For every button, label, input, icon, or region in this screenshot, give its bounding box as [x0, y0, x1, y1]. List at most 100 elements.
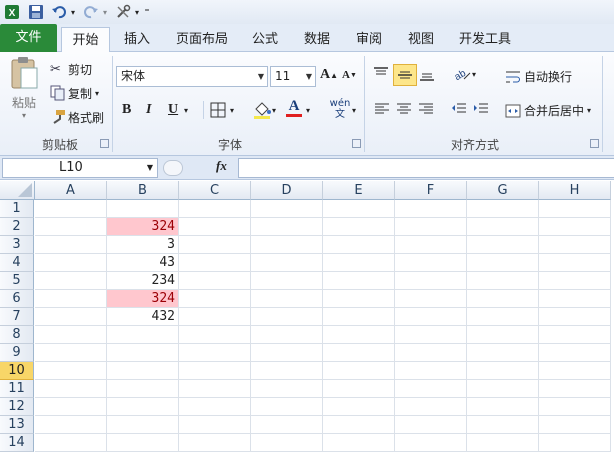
cell-f3[interactable] — [395, 236, 467, 254]
row-header-7[interactable]: 7 — [0, 308, 34, 326]
cell-h7[interactable] — [539, 308, 611, 326]
cell-b4[interactable]: 43 — [107, 254, 179, 272]
row-header-6[interactable]: 6 — [0, 290, 34, 308]
cell-g2[interactable] — [467, 218, 539, 236]
cell-a7[interactable] — [35, 308, 107, 326]
cell-g5[interactable] — [467, 272, 539, 290]
formula-input[interactable] — [238, 158, 614, 178]
tab-page-layout[interactable]: 页面布局 — [172, 27, 232, 52]
increase-indent-icon[interactable] — [473, 102, 489, 116]
cell-c3[interactable] — [179, 236, 251, 254]
decrease-indent-icon[interactable] — [451, 102, 467, 116]
cell-e7[interactable] — [323, 308, 395, 326]
row-header-14[interactable]: 14 — [0, 434, 34, 452]
cell-b9[interactable] — [107, 344, 179, 362]
borders-dropdown-icon[interactable]: ▾ — [230, 106, 234, 115]
cell-f6[interactable] — [395, 290, 467, 308]
cell-f7[interactable] — [395, 308, 467, 326]
font-launcher-icon[interactable] — [352, 139, 361, 148]
cell-h12[interactable] — [539, 398, 611, 416]
cell-h2[interactable] — [539, 218, 611, 236]
cell-g6[interactable] — [467, 290, 539, 308]
tab-developer[interactable]: 开发工具 — [455, 27, 515, 52]
cell-a3[interactable] — [35, 236, 107, 254]
cell-c12[interactable] — [179, 398, 251, 416]
tab-formulas[interactable]: 公式 — [246, 27, 284, 52]
shrink-font-icon[interactable]: A ▼ — [342, 69, 357, 81]
row-header-2[interactable]: 2 — [0, 218, 34, 236]
cell-f5[interactable] — [395, 272, 467, 290]
cell-b12[interactable] — [107, 398, 179, 416]
cell-d5[interactable] — [251, 272, 323, 290]
cell-h9[interactable] — [539, 344, 611, 362]
cut-button[interactable]: ✂ 剪切 — [50, 60, 92, 78]
cell-h10[interactable] — [539, 362, 611, 380]
underline-dropdown-icon[interactable]: ▾ — [184, 106, 188, 115]
select-all-corner[interactable] — [0, 181, 35, 200]
column-header-d[interactable]: D — [251, 181, 323, 200]
cell-b3[interactable]: 3 — [107, 236, 179, 254]
insert-function-icon[interactable]: fx — [216, 158, 227, 174]
cell-f8[interactable] — [395, 326, 467, 344]
font-color-button[interactable]: A — [286, 98, 302, 117]
column-header-h[interactable]: H — [539, 181, 611, 200]
align-left-icon[interactable] — [374, 102, 390, 116]
row-header-13[interactable]: 13 — [0, 416, 34, 434]
cell-a12[interactable] — [35, 398, 107, 416]
redo-dropdown-icon[interactable]: ▾ — [100, 3, 110, 21]
cell-b13[interactable] — [107, 416, 179, 434]
cell-c9[interactable] — [179, 344, 251, 362]
tab-home[interactable]: 开始 — [61, 27, 110, 53]
cell-g4[interactable] — [467, 254, 539, 272]
cell-b11[interactable] — [107, 380, 179, 398]
cell-g13[interactable] — [467, 416, 539, 434]
cell-d9[interactable] — [251, 344, 323, 362]
phonetic-button[interactable]: wén 文 — [328, 98, 352, 120]
merge-center-button[interactable]: 合并后居中 ▾ — [505, 102, 591, 119]
cell-a4[interactable] — [35, 254, 107, 272]
column-header-b[interactable]: B — [107, 181, 179, 200]
tab-insert[interactable]: 插入 — [116, 27, 158, 52]
cell-f9[interactable] — [395, 344, 467, 362]
row-header-5[interactable]: 5 — [0, 272, 34, 290]
cell-d8[interactable] — [251, 326, 323, 344]
cell-h1[interactable] — [539, 200, 611, 218]
cell-g1[interactable] — [467, 200, 539, 218]
alignment-launcher-icon[interactable] — [590, 139, 599, 148]
cell-d4[interactable] — [251, 254, 323, 272]
cell-a10[interactable] — [35, 362, 107, 380]
cell-g9[interactable] — [467, 344, 539, 362]
cell-a1[interactable] — [35, 200, 107, 218]
cell-h14[interactable] — [539, 434, 611, 452]
cell-b14[interactable] — [107, 434, 179, 452]
paste-dropdown-icon[interactable]: ▾ — [22, 111, 26, 120]
cell-e1[interactable] — [323, 200, 395, 218]
cell-d7[interactable] — [251, 308, 323, 326]
cell-b10[interactable] — [107, 362, 179, 380]
column-header-a[interactable]: A — [35, 181, 107, 200]
cell-e2[interactable] — [323, 218, 395, 236]
clipboard-launcher-icon[interactable] — [100, 139, 109, 148]
cell-b6[interactable]: 324 — [107, 290, 179, 308]
cell-d13[interactable] — [251, 416, 323, 434]
row-header-9[interactable]: 9 — [0, 344, 34, 362]
cell-c2[interactable] — [179, 218, 251, 236]
cell-c14[interactable] — [179, 434, 251, 452]
formula-bar-handle-icon[interactable] — [163, 160, 183, 176]
excel-logo-icon[interactable]: X — [3, 3, 21, 21]
cell-c11[interactable] — [179, 380, 251, 398]
undo-icon[interactable] — [50, 3, 68, 21]
copy-dropdown-icon[interactable]: ▾ — [95, 89, 99, 98]
column-header-e[interactable]: E — [323, 181, 395, 200]
grow-font-icon[interactable]: A ▲ — [320, 67, 338, 83]
cell-f1[interactable] — [395, 200, 467, 218]
cell-a14[interactable] — [35, 434, 107, 452]
cell-h4[interactable] — [539, 254, 611, 272]
cell-e12[interactable] — [323, 398, 395, 416]
tab-data[interactable]: 数据 — [298, 27, 336, 52]
row-header-12[interactable]: 12 — [0, 398, 34, 416]
align-middle-icon[interactable] — [393, 64, 417, 86]
customize-icon[interactable] — [114, 3, 132, 21]
cell-h8[interactable] — [539, 326, 611, 344]
orientation-dropdown-icon[interactable]: ▾ — [472, 70, 476, 79]
